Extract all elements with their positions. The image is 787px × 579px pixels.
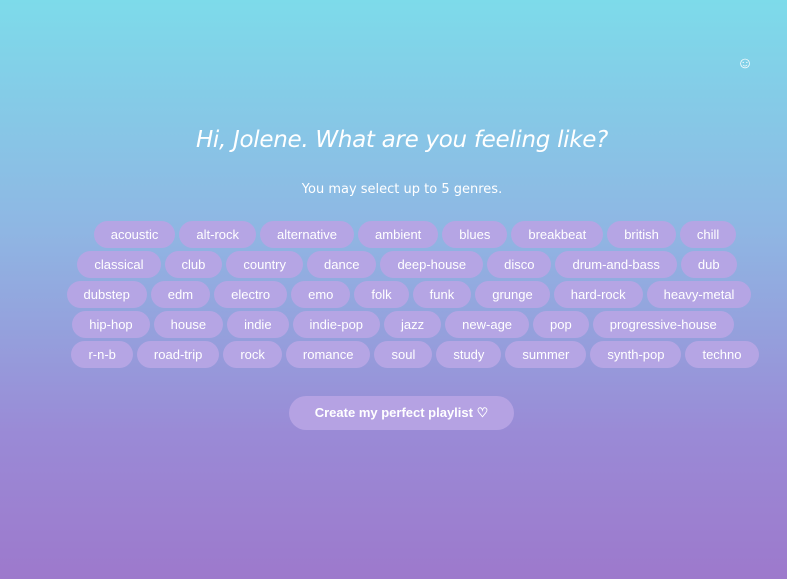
genre-row: classical club country dance deep-house disco… — [42, 251, 772, 281]
genre-pill-hip-hop[interactable]: hip-hop — [72, 311, 150, 338]
genre-pill-house[interactable]: house — [153, 311, 224, 338]
genre-pill-road-trip[interactable]: road-trip — [136, 341, 220, 368]
genre-pill-ambient[interactable]: ambient — [358, 221, 439, 248]
genre-pill-jazz[interactable]: jazz — [384, 311, 442, 338]
genre-pill-r-n-b[interactable]: r-n-b — [71, 341, 133, 368]
genre-pill-dance[interactable]: dance — [307, 251, 377, 278]
genre-pill-british[interactable]: british — [607, 221, 676, 248]
genre-pill-alternative[interactable]: alternative — [260, 221, 355, 248]
genre-pill-grunge[interactable]: grunge — [475, 281, 550, 308]
genre-pill-breakbeat[interactable]: breakbeat — [511, 221, 604, 248]
genre-pill-indie-pop[interactable]: indie-pop — [292, 311, 381, 338]
genre-pill-indie[interactable]: indie — [227, 311, 289, 338]
genre-pill-dubstep[interactable]: dubstep — [66, 281, 147, 308]
genre-pill-progressive-house[interactable]: progressive-house — [592, 311, 734, 338]
genre-pill-club[interactable]: club — [164, 251, 223, 278]
genre-pill-disco[interactable]: disco — [487, 251, 552, 278]
smiley-icon[interactable]: ☺ — [736, 55, 754, 73]
genre-pill-dub[interactable]: dub — [680, 251, 737, 278]
genre-pill-new-age[interactable]: new-age — [445, 311, 530, 338]
genre-pill-study[interactable]: study — [436, 341, 502, 368]
genre-pill-blues[interactable]: blues — [442, 221, 508, 248]
genre-pill-rock[interactable]: rock — [223, 341, 282, 368]
genre-pill-folk[interactable]: folk — [354, 281, 409, 308]
genre-pill-country[interactable]: country — [226, 251, 304, 278]
genre-pill-chill[interactable]: chill — [679, 221, 737, 248]
genre-pill-acoustic[interactable]: acoustic — [93, 221, 176, 248]
genre-pill-emo[interactable]: emo — [291, 281, 351, 308]
genre-row: acoustic alt-rock alternative ambient blues b… — [50, 221, 780, 251]
genre-pill-classical[interactable]: classical — [77, 251, 161, 278]
genre-pill-soul[interactable]: soul — [374, 341, 433, 368]
genre-row: r-n-b road-trip rock romance soul study summer… — [50, 341, 780, 371]
genre-row: dubstep edm electro emo folk funk grunge hard-r… — [44, 281, 774, 311]
genre-pill-techno[interactable]: techno — [685, 341, 759, 368]
genre-pill-drum-and-bass[interactable]: drum-and-bass — [555, 251, 677, 278]
genre-pill-deep-house[interactable]: deep-house — [380, 251, 484, 278]
page-subtitle: You may select up to 5 genres. — [301, 182, 503, 197]
genre-pill-romance[interactable]: romance — [285, 341, 371, 368]
genre-pill-synth-pop[interactable]: synth-pop — [590, 341, 682, 368]
create-playlist-button[interactable]: Create my perfect playlist ♡ — [289, 396, 514, 430]
page-title: Hi, Jolene. What are you feeling like? — [195, 127, 609, 153]
genre-pill-funk[interactable]: funk — [412, 281, 472, 308]
genre-pill-summer[interactable]: summer — [505, 341, 587, 368]
genre-pill-alt-rock[interactable]: alt-rock — [179, 221, 257, 248]
genre-pill-heavy-metal[interactable]: heavy-metal — [646, 281, 752, 308]
genre-pill-edm[interactable]: edm — [150, 281, 211, 308]
genre-pill-electro[interactable]: electro — [214, 281, 288, 308]
genre-pill-pop[interactable]: pop — [533, 311, 589, 338]
genre-pill-hard-rock[interactable]: hard-rock — [553, 281, 643, 308]
genre-row: hip-hop house indie indie-pop jazz new-age pop… — [38, 311, 768, 341]
